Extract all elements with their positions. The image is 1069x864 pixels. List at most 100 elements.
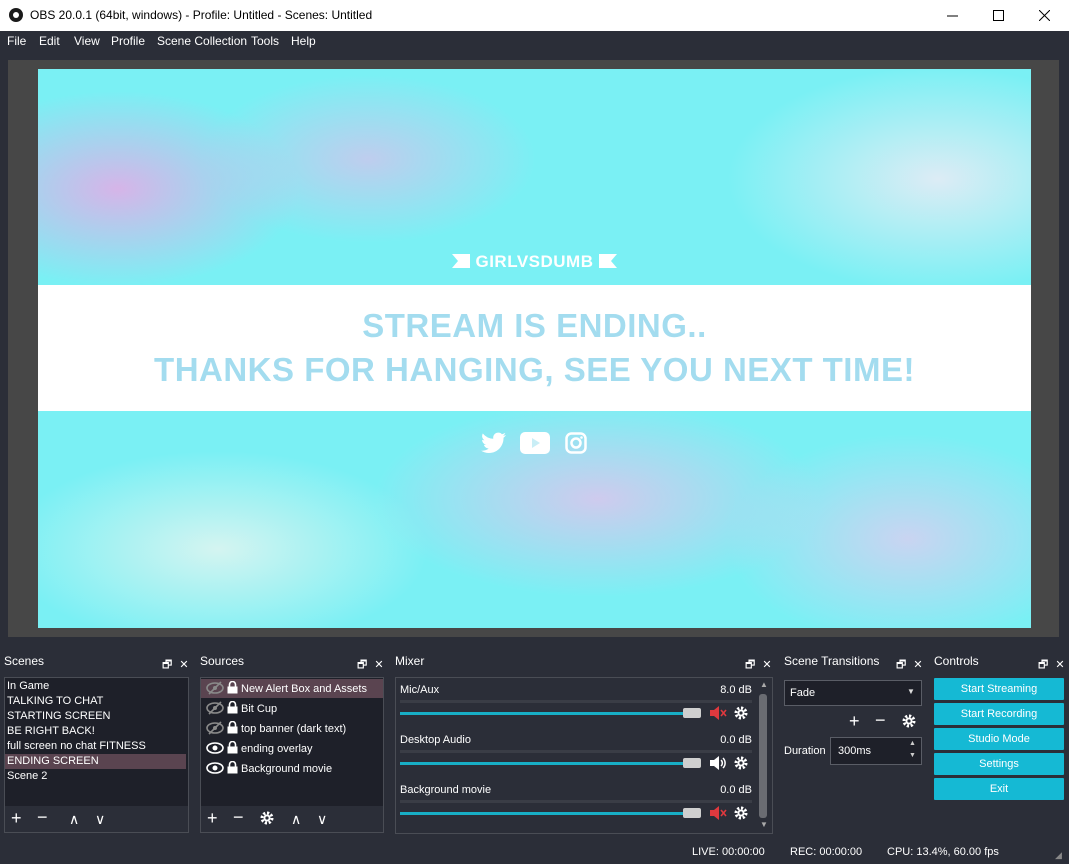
volume-slider-handle[interactable]	[683, 758, 701, 768]
scene-item[interactable]: TALKING TO CHAT	[7, 694, 103, 709]
lock-icon[interactable]	[227, 740, 238, 757]
live-status: LIVE: 00:00:00	[692, 846, 765, 858]
remove-scene-button[interactable]: −	[37, 808, 48, 826]
float-icon[interactable]: 🗗	[1038, 659, 1048, 671]
scroll-up-icon[interactable]: ▲	[760, 680, 768, 689]
close-panel-icon[interactable]: ✕	[374, 659, 383, 671]
volume-slider[interactable]	[400, 812, 684, 815]
volume-meter	[400, 800, 752, 803]
transition-select[interactable]: Fade ▼	[784, 680, 922, 706]
mixer-scrollbar[interactable]: ▲ ▼	[758, 680, 768, 830]
menu-profile[interactable]: Profile	[111, 34, 145, 48]
muted-speaker-icon[interactable]	[709, 705, 727, 724]
mixer-dock-buttons[interactable]: 🗗 ✕	[745, 656, 772, 675]
volume-slider[interactable]	[400, 712, 684, 715]
hidden-eye-icon[interactable]	[206, 701, 224, 718]
scene-item[interactable]: full screen no chat FITNESS	[7, 739, 146, 754]
scene-item[interactable]: Scene 2	[7, 769, 47, 784]
source-name[interactable]: top banner (dark text)	[241, 722, 346, 737]
source-properties-button[interactable]	[259, 810, 275, 829]
menu-edit[interactable]: Edit	[39, 34, 60, 48]
remove-source-button[interactable]: −	[233, 808, 244, 826]
lock-icon[interactable]	[227, 700, 238, 717]
gear-icon[interactable]	[733, 705, 749, 724]
cpu-status: CPU: 13.4%, 60.00 fps	[887, 846, 999, 858]
lock-icon[interactable]	[227, 760, 238, 777]
lock-icon[interactable]	[227, 720, 238, 737]
float-icon[interactable]: 🗗	[896, 659, 906, 671]
hidden-eye-icon[interactable]	[206, 721, 224, 738]
exit-button[interactable]: Exit	[934, 778, 1064, 800]
preview-canvas[interactable]: GIRLVSDUMB STREAM IS ENDING.. THANKS FOR…	[38, 69, 1031, 628]
move-source-down-button[interactable]: ∨	[317, 810, 327, 828]
move-scene-down-button[interactable]: ∨	[95, 810, 105, 828]
muted-speaker-icon[interactable]	[709, 805, 727, 824]
add-source-button[interactable]: +	[207, 809, 218, 827]
volume-slider-handle[interactable]	[683, 708, 701, 718]
close-icon	[1038, 10, 1050, 21]
settings-button[interactable]: Settings	[934, 753, 1064, 775]
menu-tools[interactable]: Tools	[251, 34, 279, 48]
resize-grip-icon[interactable]: ◢	[1055, 850, 1062, 861]
volume-slider-handle[interactable]	[683, 808, 701, 818]
spin-down-icon[interactable]: ▼	[909, 752, 916, 759]
studio-mode-button[interactable]: Studio Mode	[934, 728, 1064, 750]
move-scene-up-button[interactable]: ∧	[69, 810, 79, 828]
scrollbar-thumb[interactable]	[759, 694, 767, 818]
eye-icon[interactable]	[206, 741, 224, 758]
float-icon[interactable]: 🗗	[357, 659, 367, 671]
controls-dock-buttons[interactable]: 🗗 ✕	[1038, 656, 1065, 675]
sources-list[interactable]: New Alert Box and Assets Bit Cup top ban…	[200, 677, 384, 807]
instagram-icon	[565, 432, 587, 454]
spin-up-icon[interactable]: ▲	[909, 740, 916, 747]
ribbon-left-icon	[452, 254, 471, 268]
menu-scene-collection[interactable]: Scene Collection	[157, 34, 247, 48]
social-icons	[481, 431, 591, 455]
close-panel-icon[interactable]: ✕	[913, 659, 922, 671]
gear-icon[interactable]	[733, 805, 749, 824]
transition-properties-button[interactable]	[901, 713, 917, 732]
chevron-down-icon: ▼	[907, 687, 915, 696]
close-panel-icon[interactable]: ✕	[1055, 659, 1064, 671]
speaker-icon[interactable]	[709, 755, 727, 774]
menu-help[interactable]: Help	[291, 34, 316, 48]
start-streaming-button[interactable]: Start Streaming	[934, 678, 1064, 700]
gear-icon[interactable]	[733, 755, 749, 774]
scenes-dock-buttons[interactable]: 🗗 ✕	[162, 656, 189, 675]
scene-item[interactable]: STARTING SCREEN	[7, 709, 111, 724]
source-name[interactable]: Bit Cup	[241, 702, 277, 717]
menu-file[interactable]: File	[7, 34, 26, 48]
move-source-up-button[interactable]: ∧	[291, 810, 301, 828]
menu-view[interactable]: View	[74, 34, 100, 48]
close-panel-icon[interactable]: ✕	[762, 659, 771, 671]
scroll-down-icon[interactable]: ▼	[760, 820, 768, 829]
scenes-list[interactable]: In Game TALKING TO CHAT STARTING SCREEN …	[4, 677, 189, 807]
obs-logo-icon	[9, 8, 23, 22]
add-scene-button[interactable]: +	[11, 809, 22, 827]
close-button[interactable]	[1021, 0, 1067, 31]
hidden-eye-icon[interactable]	[206, 681, 224, 698]
maximize-button[interactable]	[975, 0, 1021, 31]
sources-dock-buttons[interactable]: 🗗 ✕	[357, 656, 384, 675]
float-icon[interactable]: 🗗	[745, 659, 755, 671]
source-name[interactable]: Background movie	[241, 762, 332, 777]
scene-item[interactable]: In Game	[7, 679, 49, 694]
volume-slider[interactable]	[400, 762, 684, 765]
scene-item-selected[interactable]: ENDING SCREEN	[5, 754, 186, 769]
remove-transition-button[interactable]: −	[875, 711, 886, 729]
scene-item[interactable]: BE RIGHT BACK!	[7, 724, 95, 739]
float-icon[interactable]: 🗗	[162, 659, 172, 671]
source-name[interactable]: New Alert Box and Assets	[241, 682, 367, 697]
eye-icon[interactable]	[206, 761, 224, 778]
transitions-dock-buttons[interactable]: 🗗 ✕	[896, 656, 923, 675]
scenes-toolbar: + − ∧ ∨	[4, 806, 189, 833]
sources-title: Sources	[200, 654, 245, 668]
close-panel-icon[interactable]: ✕	[179, 659, 188, 671]
add-transition-button[interactable]: +	[849, 712, 860, 730]
duration-spinbox[interactable]: 300ms ▲ ▼	[830, 737, 922, 765]
source-name[interactable]: ending overlay	[241, 742, 313, 757]
minimize-button[interactable]	[929, 0, 975, 31]
lock-icon[interactable]	[227, 680, 238, 697]
start-recording-button[interactable]: Start Recording	[934, 703, 1064, 725]
youtube-icon	[520, 432, 550, 454]
